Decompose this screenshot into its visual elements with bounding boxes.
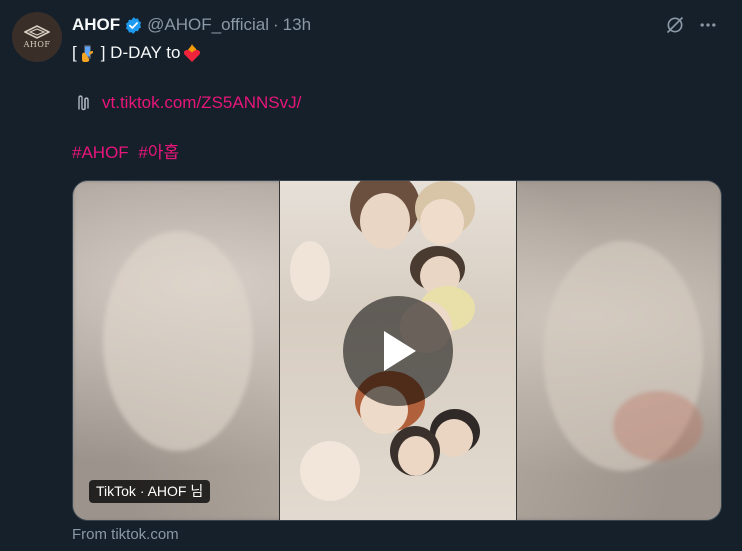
bracket-open: [	[72, 43, 77, 62]
more-icon	[700, 23, 716, 27]
tweet-text-line: [ ] D-DAY to	[72, 42, 204, 64]
verified-badge-icon[interactable]	[124, 16, 143, 35]
play-icon	[384, 331, 416, 371]
paperclip-icon	[78, 95, 89, 111]
heart-on-fire-emoji-icon	[184, 44, 201, 62]
avatar-logo-text: AHOF	[23, 40, 51, 49]
grok-icon	[666, 16, 684, 34]
video-card[interactable]: TikTok · AHOF 님	[72, 180, 722, 521]
hashtags: #AHOF #아홉	[72, 142, 184, 164]
hashtag-link[interactable]: #아홉	[138, 143, 179, 162]
tweet-header: AHOF @AHOF_official · 13h	[72, 14, 726, 36]
display-name[interactable]: AHOF	[72, 15, 120, 35]
grok-button[interactable]	[664, 14, 686, 36]
handle[interactable]: @AHOF_official	[147, 15, 269, 35]
more-button[interactable]	[697, 14, 719, 36]
tiktok-link[interactable]: vt.tiktok.com/ZS5ANNSvJ/	[102, 92, 301, 114]
calling-hand-emoji-icon	[81, 45, 93, 62]
separator-dot: ·	[273, 15, 279, 34]
link-source[interactable]: From tiktok.com	[72, 526, 179, 543]
ahof-logo-icon	[24, 25, 50, 39]
d-day-text: ] D-DAY to	[100, 43, 181, 62]
play-button[interactable]	[343, 296, 453, 406]
tweet-link-line: vt.tiktok.com/ZS5ANNSvJ/	[72, 92, 301, 114]
hashtag-link[interactable]: #AHOF	[72, 143, 129, 162]
video-caption: TikTok · AHOF 님	[89, 480, 211, 503]
avatar[interactable]: AHOF	[12, 12, 62, 62]
timestamp[interactable]: 13h	[283, 15, 311, 35]
